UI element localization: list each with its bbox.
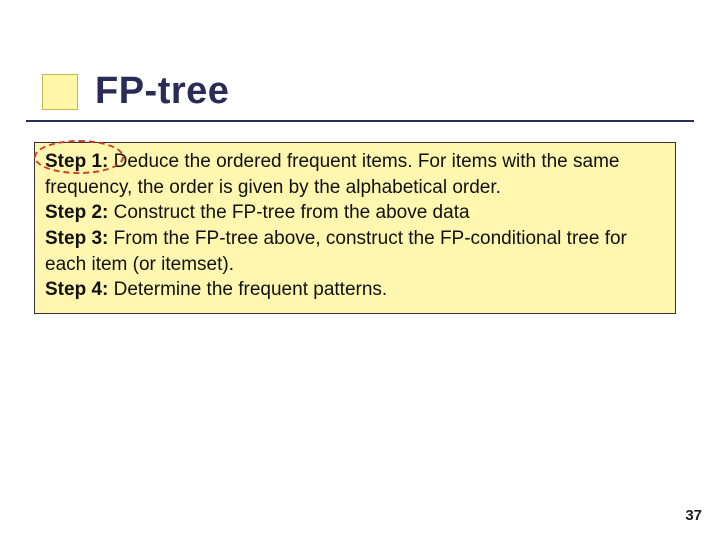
step-4-label: Step 4: xyxy=(45,279,108,300)
step-2-text: Construct the FP-tree from the above dat… xyxy=(108,202,469,223)
page-number: 37 xyxy=(685,507,702,524)
step-2-label: Step 2: xyxy=(45,202,108,223)
step-4-text: Determine the frequent patterns. xyxy=(108,279,387,300)
content-box: Step 1: Deduce the ordered frequent item… xyxy=(34,142,676,314)
step-1-label: Step 1: xyxy=(45,151,108,172)
step-3-text: From the FP-tree above, construct the FP… xyxy=(45,228,627,275)
step-1-text: Deduce the ordered frequent items. For i… xyxy=(45,151,620,198)
step-3-label: Step 3: xyxy=(45,228,108,249)
title-underline xyxy=(26,120,694,122)
title-bullet-box xyxy=(42,74,78,110)
slide-title: FP-tree xyxy=(95,70,229,113)
